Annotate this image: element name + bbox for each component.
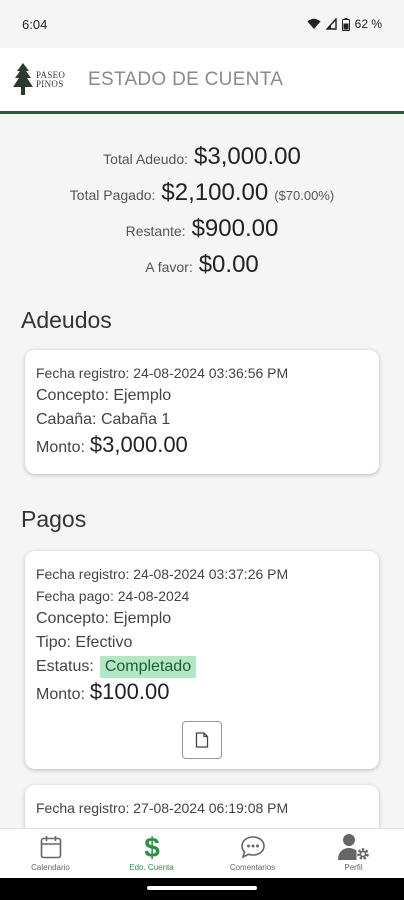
nav-label-edo-cuenta: Edo. Cuenta <box>129 863 174 872</box>
adeudo-concepto: Concepto: Ejemplo <box>36 387 172 404</box>
chat-icon <box>240 836 265 859</box>
total-adeudo-value: $3,000.00 <box>194 143 301 170</box>
home-indicator[interactable] <box>147 886 257 890</box>
svg-text:$: $ <box>144 832 160 862</box>
a-favor-value: $0.00 <box>198 251 259 278</box>
nav-item-comentarios[interactable]: Comentarios <box>202 829 303 878</box>
restante-label: Restante: <box>125 223 186 239</box>
logo-text: PASEO PINOS <box>36 69 66 89</box>
total-pagado-percent: ($70.00%) <box>274 188 335 203</box>
restante-row: Restante: $900.00 <box>0 215 404 251</box>
app-header: PASEO PINOS ESTADO DE CUENTA <box>0 48 404 114</box>
main-content[interactable]: Total Adeudo: $3,000.00 Total Pagado: $2… <box>0 117 404 828</box>
status-badge: Completado <box>99 656 197 678</box>
total-pagado-value: $2,100.00 <box>161 179 269 206</box>
calendar-icon <box>40 836 61 859</box>
gesture-bar <box>0 878 404 900</box>
pago-tipo: Tipo: Efectivo <box>36 634 133 651</box>
adeudo-monto-value: $3,000.00 <box>89 432 188 457</box>
nav-label-comentarios: Comentarios <box>229 863 276 872</box>
nav-item-calendario[interactable]: Calendario <box>0 829 101 878</box>
receipt-button[interactable] <box>182 721 222 759</box>
a-favor-label: A favor: <box>145 259 193 275</box>
pago-monto-value: $100.00 <box>89 679 170 704</box>
logo: PASEO PINOS <box>12 60 78 100</box>
a-favor-row: A favor: $0.00 <box>0 251 404 287</box>
wifi-icon <box>307 18 321 29</box>
pine-tree-icon <box>13 62 33 95</box>
signal-icon <box>325 18 337 30</box>
status-bar: 6:04 62 % <box>0 0 404 48</box>
adeudos-title: Adeudos <box>21 307 112 333</box>
total-adeudo-label: Total Adeudo: <box>103 151 189 167</box>
pago-estatus: Estatus: Completado <box>36 655 368 679</box>
bottom-nav: Calendario $ Edo. Cuenta Comentarios Per… <box>0 828 404 878</box>
pagos-title: Pagos <box>21 506 87 532</box>
pago-concepto: Concepto: Ejemplo <box>36 610 172 627</box>
nav-item-edo-cuenta[interactable]: $ Edo. Cuenta <box>101 829 202 878</box>
status-icons: 62 % <box>307 17 382 31</box>
pago-estatus-label: Estatus: <box>36 658 94 675</box>
pago-card: Fecha registro: 27-08-2024 06:19:08 PM <box>25 785 379 828</box>
dollar-icon: $ <box>144 832 160 862</box>
adeudo-fecha-registro: Fecha registro: 24-08-2024 03:36:56 PM <box>36 365 289 381</box>
battery-percent: 62 % <box>354 17 382 31</box>
adeudo-cabana: Cabaña: Cabaña 1 <box>36 411 171 428</box>
adeudo-card: Fecha registro: 24-08-2024 03:36:56 PM C… <box>25 350 379 474</box>
adeudo-monto: Monto: $3,000.00 <box>36 432 368 466</box>
pago-card: Fecha registro: 24-08-2024 03:37:26 PM F… <box>25 551 379 769</box>
status-time: 6:04 <box>22 16 48 32</box>
account-summary: Total Adeudo: $3,000.00 Total Pagado: $2… <box>0 117 404 287</box>
total-pagado-label: Total Pagado: <box>69 187 156 203</box>
pago-monto: Monto: $100.00 <box>36 679 368 713</box>
user-gear-icon <box>337 834 369 860</box>
pago-fecha-pago: Fecha pago: 24-08-2024 <box>36 588 190 604</box>
nav-label-calendario: Calendario <box>31 863 70 872</box>
pago-monto-label: Monto: <box>36 686 85 703</box>
page-title: ESTADO DE CUENTA <box>88 68 284 90</box>
adeudo-monto-label: Monto: <box>36 439 85 456</box>
document-icon <box>195 732 209 748</box>
battery-icon <box>341 17 350 31</box>
nav-label-perfil: Perfil <box>344 863 363 872</box>
total-adeudo-row: Total Adeudo: $3,000.00 <box>0 143 404 179</box>
nav-item-perfil[interactable]: Perfil <box>303 829 404 878</box>
restante-value: $900.00 <box>191 215 279 242</box>
pago-fecha-registro: Fecha registro: 27-08-2024 06:19:08 PM <box>36 800 289 816</box>
pago-fecha-registro: Fecha registro: 24-08-2024 03:37:26 PM <box>36 566 289 582</box>
total-pagado-row: Total Pagado: $2,100.00 ($70.00%) <box>0 179 404 215</box>
